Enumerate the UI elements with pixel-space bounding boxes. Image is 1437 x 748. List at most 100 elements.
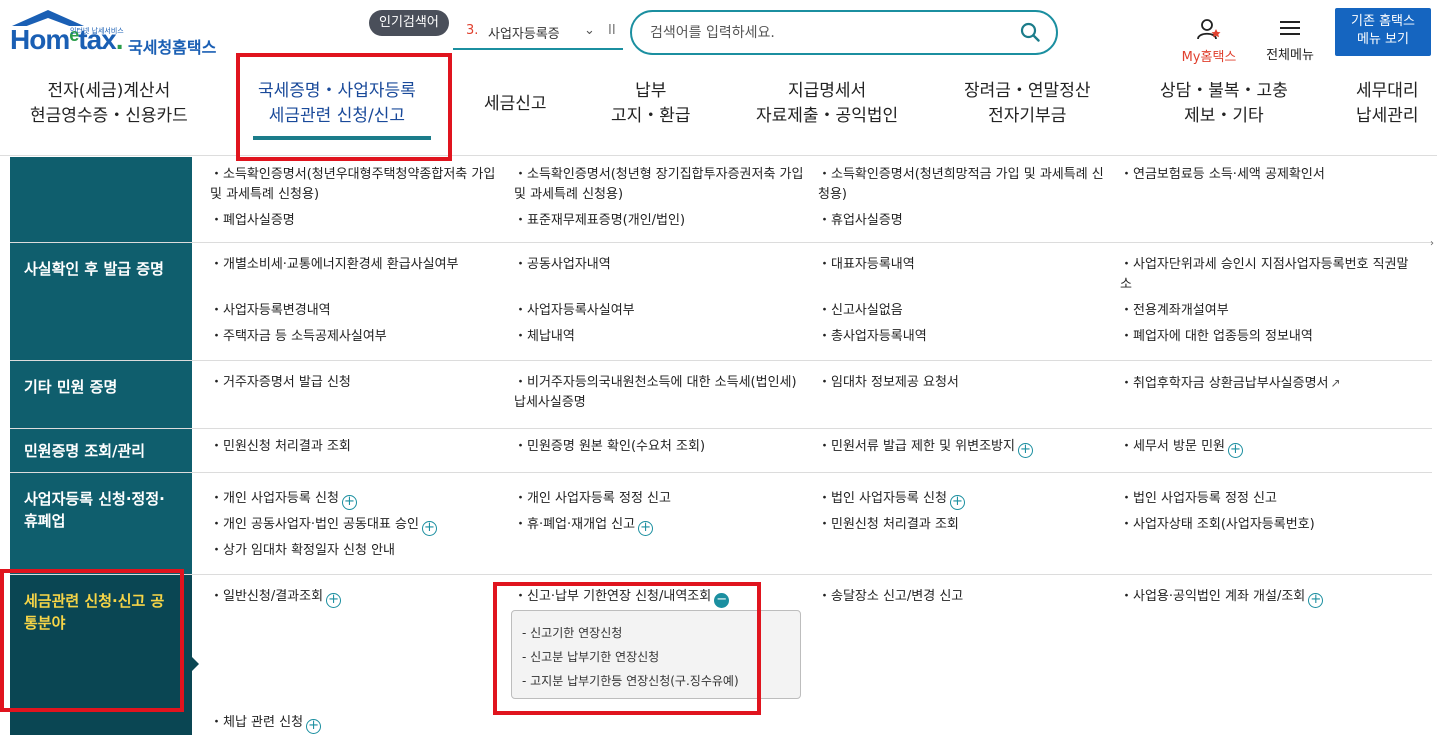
gnb-label: 자료제출・공익법인 — [756, 106, 899, 126]
expand-plus-icon[interactable]: + — [638, 521, 654, 536]
gnb-label: 상담・불복・고충 — [1160, 81, 1288, 101]
gnb-item-statements[interactable]: 지급명세서 자료제출・공익법인 — [756, 79, 898, 129]
menu-row: ・소득확인증명서(청년우대형주택청약종합저축 가입 및 과세특례 신청용) ・소… — [10, 157, 1432, 243]
menu-link[interactable]: ・비거주자등의국내원천소득에 대한 소득세(법인세) 납세사실증명 — [514, 373, 809, 413]
user-icon — [1197, 19, 1221, 40]
menu-link[interactable]: ・임대차 정보제공 요청서 — [818, 373, 1108, 393]
expand-plus-icon[interactable]: + — [1228, 443, 1243, 458]
expand-plus-icon[interactable]: + — [341, 495, 357, 510]
expand-plus-icon[interactable]: + — [306, 719, 322, 734]
all-menu-button[interactable]: 전체메뉴 — [1260, 18, 1320, 63]
gnb-label: 현금영수증・신용카드 — [30, 106, 188, 126]
search-icon[interactable] — [1020, 22, 1040, 42]
menu-link-label: ・민원서류 발급 제한 및 위변조방지 — [818, 439, 1015, 454]
menu-link[interactable]: ・폐업사실증명 — [210, 211, 500, 231]
category-business-registration[interactable]: 사업자등록 신청·정정·휴폐업 — [10, 473, 192, 574]
menu-link[interactable]: ・개인 사업자등록 신청 + — [210, 489, 500, 510]
menu-link[interactable]: ・민원증명 원본 확인(수요처 조회) — [514, 437, 809, 457]
old-hometax-button[interactable]: 기존 홈택스 메뉴 보기 — [1335, 8, 1431, 56]
menu-link[interactable]: ・소득확인증명서(청년우대형주택청약종합저축 가입 및 과세특례 신청용) — [210, 165, 500, 205]
gnb-label: 지급명세서 — [787, 81, 867, 101]
menu-row: 기타 민원 증명 ・거주자증명서 발급 신청 ・비거주자등의국내원천소득에 대한… — [10, 361, 1432, 429]
menu-link[interactable]: ・공동사업자내역 — [514, 255, 809, 275]
menu-link[interactable]: ・연금보험료등 소득·세액 공제확인서 — [1120, 165, 1420, 185]
menu-link[interactable]: ・민원신청 처리결과 조회 — [818, 515, 1108, 535]
old-hometax-line1: 기존 홈택스 — [1351, 14, 1415, 29]
menu-row: 사실확인 후 발급 증명 ・개별소비세·교통에너지환경세 환급사실여부 ・공동사… — [10, 243, 1432, 361]
expand-plus-icon[interactable]: + — [421, 521, 437, 536]
menu-link-label: ・개인 사업자등록 신청 — [210, 491, 339, 506]
gnb-item-tax-agent[interactable]: 세무대리 납세관리 — [1356, 79, 1419, 129]
menu-link[interactable]: ・사업자등록변경내역 — [210, 301, 500, 321]
expand-plus-icon[interactable]: + — [949, 495, 965, 510]
menu-link[interactable]: ・민원서류 발급 제한 및 위변조방지 + — [818, 437, 1108, 458]
category-fact-check-certificates[interactable]: 사실확인 후 발급 증명 — [10, 243, 192, 360]
menu-link[interactable]: ・체납내역 — [514, 327, 809, 347]
menu-link[interactable]: ・신고사실없음 — [818, 301, 1108, 321]
hometax-logo[interactable]: Hometax. 인터넷 납세서비스 국세청홈택스 — [10, 8, 225, 58]
menu-link[interactable]: ・세무서 방문 민원 + — [1120, 437, 1420, 458]
menu-link[interactable]: ・민원신청 처리결과 조회 — [210, 437, 500, 457]
chevron-down-icon[interactable]: ⌄ — [584, 23, 595, 38]
menu-link[interactable]: ・폐업자에 대한 업종등의 정보내역 — [1120, 327, 1420, 347]
all-menu-label: 전체메뉴 — [1266, 48, 1314, 63]
menu-link[interactable]: ・휴·폐업·재개업 신고 + — [514, 515, 809, 536]
menu-link[interactable]: ・대표자등록내역 — [818, 255, 1108, 275]
menu-link[interactable]: ・상가 임대차 확정일자 신청 안내 — [210, 541, 500, 561]
popular-search-term[interactable]: 사업자등록증 — [488, 23, 560, 42]
category-civil-lookup[interactable]: 민원증명 조회/관리 — [10, 429, 192, 472]
menu-link-label: ・체납 관련 신청 — [210, 715, 304, 730]
gnb-item-consult[interactable]: 상담・불복・고충 제보・기타 — [1160, 79, 1288, 129]
menu-link[interactable]: ・송달장소 신고/변경 신고 — [818, 587, 1108, 607]
menu-row: 사업자등록 신청·정정·휴폐업 ・개인 사업자등록 신청 + ・개인 사업자등록 … — [10, 473, 1432, 575]
search-box — [630, 10, 1058, 55]
menu-link[interactable]: ・체납 관련 신청 + — [210, 713, 500, 734]
menu-link[interactable]: ・개별소비세·교통에너지환경세 환급사실여부 — [210, 255, 500, 275]
scroll-edge-marker: › — [1430, 238, 1434, 249]
menu-link[interactable]: ・취업후학자금 상환금납부사실증명서 ↗ — [1120, 373, 1420, 394]
menu-link[interactable]: ・법인 사업자등록 정정 신고 — [1120, 489, 1420, 509]
main-navigation: 전자(세금)계산서 현금영수증・신용카드 국세증명・사업자등록 세금관련 신청/… — [0, 66, 1437, 156]
expand-plus-icon[interactable]: + — [326, 593, 342, 608]
menu-link-label: ・개인 공동사업자·법인 공동대표 승인 — [210, 517, 419, 532]
menu-link[interactable]: ・사업자상태 조회(사업자등록번호) — [1120, 515, 1420, 535]
gnb-item-tax-filing[interactable]: 세금신고 — [484, 92, 547, 117]
gnb-label: 장려금・연말정산 — [964, 81, 1091, 101]
gnb-label: 납부 — [635, 81, 667, 101]
menu-link[interactable]: ・거주자증명서 발급 신청 — [210, 373, 500, 393]
menu-link[interactable]: ・소득확인증명서(청년희망적금 가입 및 과세특례 신청용) — [818, 165, 1108, 205]
menu-link[interactable]: ・소득확인증명서(청년형 장기집합투자증권저축 가입 및 과세특례 신청용) — [514, 165, 809, 205]
menu-link[interactable]: ・사업용·공익법인 계좌 개설/조회 + — [1120, 587, 1420, 608]
menu-link-label: ・일반신청/결과조회 — [210, 589, 324, 604]
menu-link[interactable]: ・사업자등록사실여부 — [514, 301, 809, 321]
myhome-button[interactable]: My홈택스 — [1177, 18, 1241, 65]
menu-link[interactable]: ・주택자금 등 소득공제사실여부 — [210, 327, 500, 347]
menu-link[interactable]: ・표준재무제표증명(개인/법인) — [514, 211, 809, 231]
menu-link[interactable]: ・총사업자등록내역 — [818, 327, 1108, 347]
category-other-certificates[interactable]: 기타 민원 증명 — [10, 361, 192, 428]
gnb-label: 전자기부금 — [988, 106, 1067, 126]
menu-link-label: ・휴·폐업·재개업 신고 — [514, 517, 636, 532]
external-link-icon: ↗ — [1330, 376, 1341, 390]
menu-link[interactable]: ・휴업사실증명 — [818, 211, 1108, 231]
gnb-item-payment[interactable]: 납부 고지・환급 — [611, 79, 691, 129]
menu-link[interactable]: ・전용계좌개설여부 — [1120, 301, 1420, 321]
gnb-label: 세금신고 — [484, 94, 547, 114]
annotation-box-category — [0, 569, 184, 712]
gnb-label: 고지・환급 — [611, 106, 691, 126]
menu-link[interactable]: ・개인 공동사업자·법인 공동대표 승인 + — [210, 515, 500, 536]
menu-link[interactable]: ・사업자단위과세 승인시 지점사업자등록번호 직권말소 — [1120, 255, 1420, 295]
gnb-item-invoice[interactable]: 전자(세금)계산서 현금영수증・신용카드 — [30, 79, 188, 129]
search-input[interactable] — [650, 22, 990, 44]
old-hometax-line2: 메뉴 보기 — [1357, 32, 1409, 47]
menu-link[interactable]: ・일반신청/결과조회 + — [210, 587, 500, 608]
menu-link[interactable]: ・법인 사업자등록 신청 + — [818, 489, 1108, 510]
expand-plus-icon[interactable]: + — [1017, 443, 1033, 458]
hamburger-icon — [1280, 21, 1300, 35]
menu-link-label: ・세무서 방문 민원 — [1120, 439, 1225, 454]
menu-link[interactable]: ・개인 사업자등록 정정 신고 — [514, 489, 809, 509]
expand-plus-icon[interactable]: + — [1308, 593, 1324, 608]
myhome-label: My홈택스 — [1181, 50, 1237, 65]
pause-icon[interactable]: II — [608, 23, 616, 38]
gnb-item-incentives[interactable]: 장려금・연말정산 전자기부금 — [964, 79, 1090, 129]
